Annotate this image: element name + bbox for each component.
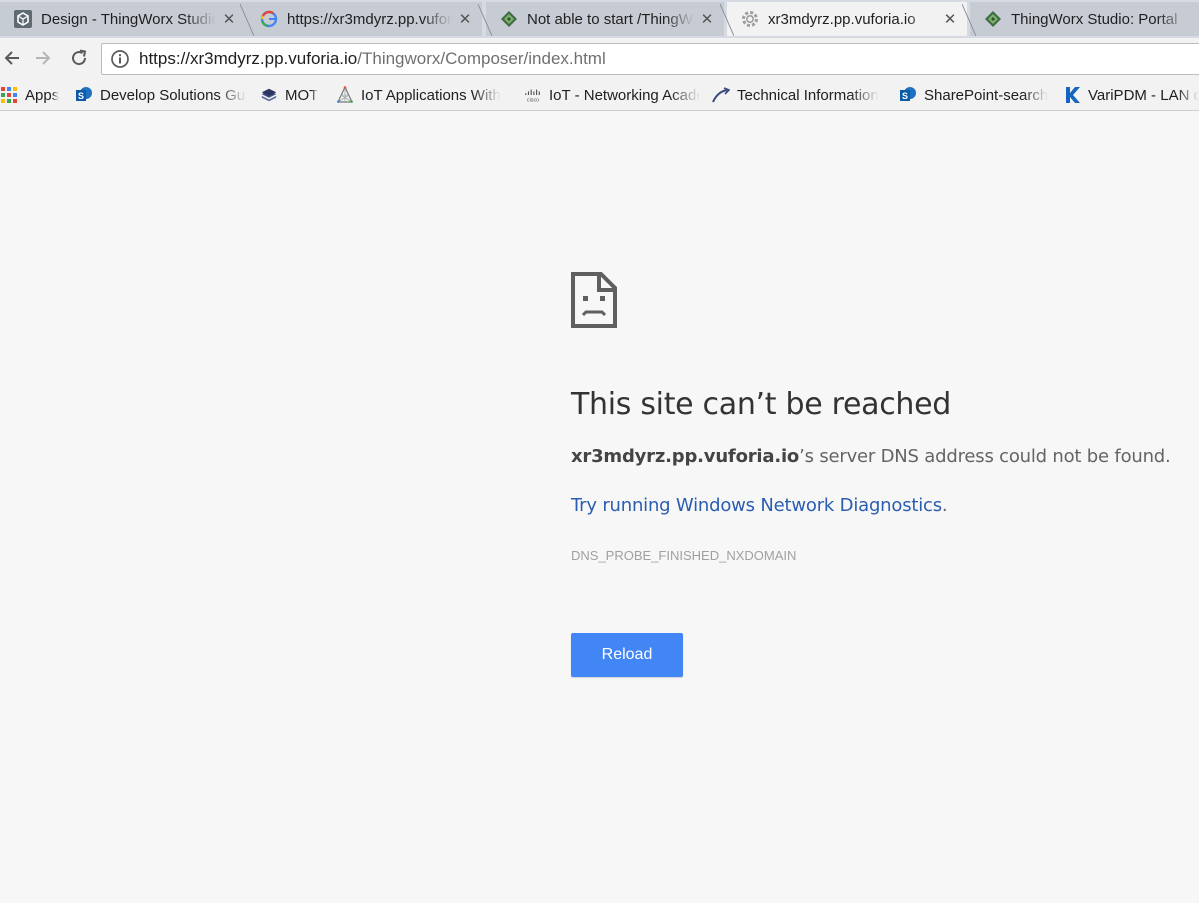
tab-separator bbox=[240, 4, 254, 36]
svg-text:S: S bbox=[78, 91, 84, 101]
bookmark-sharepoint-search[interactable]: S SharePoint-search bbox=[899, 83, 1055, 107]
error-heading: This site can’t be reached bbox=[571, 387, 952, 422]
forward-arrow-icon bbox=[36, 51, 51, 65]
back-arrow-icon bbox=[4, 51, 19, 65]
tab-title: ThingWorx Studio: Portal bbox=[1011, 10, 1178, 28]
refresh-icon bbox=[72, 49, 87, 66]
tab-active-vuforia[interactable]: xr3mdyrz.pp.vuforia.io ✕ bbox=[727, 2, 967, 36]
svg-text:S: S bbox=[902, 91, 908, 101]
url-path: /Thingworx/Composer/index.html bbox=[357, 49, 606, 68]
cisco-icon: cisco bbox=[524, 86, 542, 104]
bookmark-label: VariPDM - LAN d bbox=[1088, 86, 1199, 104]
bookmark-technical-information[interactable]: Technical Information bbox=[712, 83, 888, 107]
k-logo-icon bbox=[1063, 86, 1081, 104]
sad-document-icon bbox=[571, 272, 617, 328]
tab-strip: Design - ThingWorx Studio ✕ https://xr3m… bbox=[0, 0, 1199, 38]
browser-toolbar: https://xr3mdyrz.pp.vuforia.io/Thingworx… bbox=[0, 38, 1199, 80]
tab-title: Design - ThingWorx Studio bbox=[41, 10, 216, 28]
bookmark-develop-solutions[interactable]: S Develop Solutions Guide bbox=[75, 83, 247, 107]
bookmark-label: IoT - Networking Academy bbox=[549, 86, 700, 104]
tab-separator bbox=[720, 4, 734, 36]
bookmark-label: Apps bbox=[25, 86, 60, 104]
close-tab-icon[interactable]: ✕ bbox=[943, 10, 957, 28]
bookmark-label: IoT Applications With bbox=[361, 86, 501, 104]
url-host: https://xr3mdyrz.pp.vuforia.io bbox=[139, 49, 358, 68]
tab-separator bbox=[962, 4, 976, 36]
bookmark-label: Develop Solutions Guide bbox=[100, 86, 247, 104]
bookmark-label: SharePoint-search bbox=[924, 86, 1049, 104]
reload-button[interactable]: Reload bbox=[571, 633, 683, 677]
page-content: This site can’t be reached xr3mdyrz.pp.v… bbox=[0, 112, 1199, 903]
error-code: DNS_PROBE_FINISHED_NXDOMAIN bbox=[571, 548, 797, 563]
books-icon bbox=[260, 86, 278, 104]
close-tab-icon[interactable]: ✕ bbox=[700, 10, 714, 28]
diagnostics-period: . bbox=[941, 495, 948, 516]
bookmark-mot[interactable]: MOT bbox=[260, 83, 326, 107]
error-host: xr3mdyrz.pp.vuforia.io bbox=[571, 446, 800, 467]
bookmark-iot-applications[interactable]: IoT Applications With bbox=[336, 83, 508, 107]
iot-network-icon bbox=[336, 86, 354, 104]
error-summary: xr3mdyrz.pp.vuforia.io’s server DNS addr… bbox=[571, 446, 1171, 467]
sharepoint-icon: S bbox=[899, 86, 917, 104]
thingworx-community-icon bbox=[500, 10, 518, 28]
sharepoint-icon: S bbox=[75, 86, 93, 104]
bookmark-apps[interactable]: Apps bbox=[0, 83, 70, 107]
bookmark-label: MOT bbox=[285, 86, 319, 104]
bookmark-varipdm[interactable]: VariPDM - LAN d bbox=[1063, 83, 1199, 107]
tab-thingworx-studio-portal[interactable]: ThingWorx Studio: Portal bbox=[970, 2, 1199, 36]
loading-gear-icon bbox=[741, 10, 759, 28]
tab-google-search[interactable]: https://xr3mdyrz.pp.vuforia.io ✕ bbox=[246, 2, 482, 36]
tab-title: Not able to start /ThingWorx bbox=[527, 10, 694, 28]
arrow-swoosh-icon bbox=[712, 86, 730, 104]
tab-separator bbox=[478, 4, 492, 36]
google-icon bbox=[260, 10, 278, 28]
forward-button[interactable] bbox=[31, 46, 55, 70]
bookmark-label: Technical Information bbox=[737, 86, 879, 104]
apps-grid-icon bbox=[0, 86, 18, 104]
tab-title: https://xr3mdyrz.pp.vuforia.io bbox=[287, 10, 452, 28]
close-tab-icon[interactable]: ✕ bbox=[222, 10, 236, 28]
reload-page-button[interactable] bbox=[67, 46, 91, 70]
tab-design-thingworx-studio[interactable]: Design - ThingWorx Studio ✕ bbox=[0, 2, 246, 36]
error-message: ’s server DNS address could not be found… bbox=[799, 446, 1171, 467]
bookmarks-bar: Apps S Develop Solutions Guide MOT IoT A… bbox=[0, 80, 1199, 111]
thingworx-studio-icon bbox=[14, 10, 32, 28]
diagnostics-paragraph: Try running Windows Network Diagnostics. bbox=[571, 495, 948, 516]
close-tab-icon[interactable]: ✕ bbox=[458, 10, 472, 28]
tab-not-able-to-start[interactable]: Not able to start /ThingWorx ✕ bbox=[486, 2, 724, 36]
back-button[interactable] bbox=[0, 46, 24, 70]
address-bar[interactable]: https://xr3mdyrz.pp.vuforia.io/Thingworx… bbox=[101, 43, 1199, 75]
tab-title: xr3mdyrz.pp.vuforia.io bbox=[768, 10, 916, 28]
svg-text:cisco: cisco bbox=[527, 97, 539, 103]
network-diagnostics-link[interactable]: Try running Windows Network Diagnostics bbox=[571, 495, 942, 516]
bookmark-iot-networking-academy[interactable]: cisco IoT - Networking Academy bbox=[524, 83, 700, 107]
site-info-icon[interactable] bbox=[110, 49, 130, 69]
thingworx-community-icon bbox=[984, 10, 1002, 28]
